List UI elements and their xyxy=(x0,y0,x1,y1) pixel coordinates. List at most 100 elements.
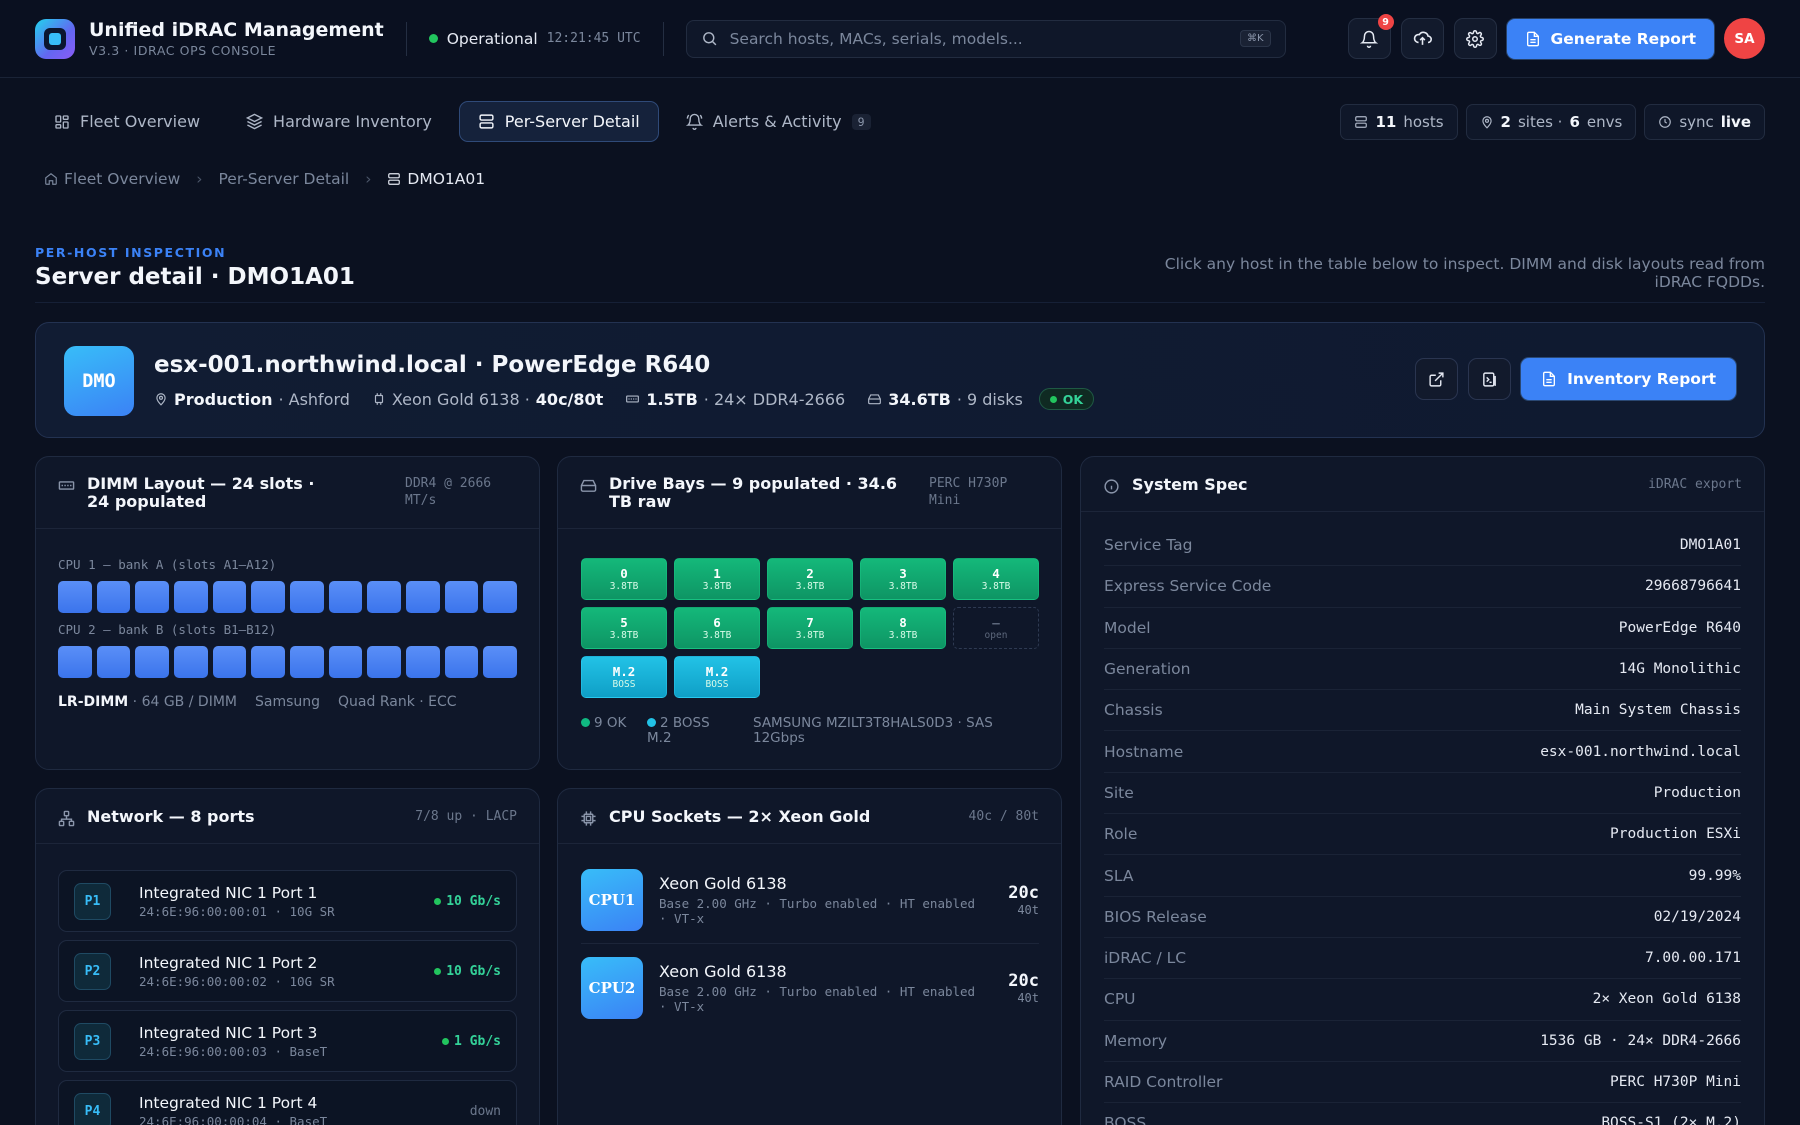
drive-bay[interactable]: 6 3.8TB xyxy=(674,607,760,649)
spec-row: Role Production ESXi xyxy=(1104,814,1741,856)
inventory-report-button[interactable]: Inventory Report xyxy=(1521,358,1736,400)
panel-title: DIMM Layout — 24 slots · 24 populated xyxy=(87,474,315,511)
dimm-slot[interactable] xyxy=(483,581,518,613)
drive-bay-id: 8 xyxy=(899,615,907,630)
dimm-slot[interactable] xyxy=(328,581,363,613)
dimm-slot[interactable] xyxy=(328,646,363,678)
host-avatar: DMO xyxy=(64,346,134,416)
dimm-slot[interactable] xyxy=(367,581,402,613)
network-port-row[interactable]: P1 Integrated NIC 1 Port 1 24:6E:96:00:00:… xyxy=(58,870,517,932)
open-external-button[interactable] xyxy=(1415,358,1459,400)
search-box[interactable]: ⌘K xyxy=(685,19,1286,58)
spec-value: Main System Chassis xyxy=(1575,702,1741,719)
spec-value: PERC H730P Mini xyxy=(1610,1074,1741,1090)
console-button[interactable] xyxy=(1468,358,1512,400)
dimm-slot[interactable] xyxy=(174,646,208,678)
drive-bay[interactable]: 1 3.8TB xyxy=(674,558,760,600)
server-icon xyxy=(478,113,495,130)
alerts-count-badge: 9 xyxy=(851,113,871,130)
drive-bay[interactable]: 5 3.8TB xyxy=(581,607,667,649)
tab-alerts-activity[interactable]: Alerts & Activity 9 xyxy=(667,101,890,142)
drive-bay[interactable]: M.2 BOSS xyxy=(674,656,760,698)
dimm-slot[interactable] xyxy=(96,581,131,613)
drive-bay[interactable]: 7 3.8TB xyxy=(767,607,853,649)
dimm-layout-panel: DIMM Layout — 24 slots · 24 populated DD… xyxy=(35,456,540,770)
breadcrumb-current: DMO1A01 xyxy=(387,170,485,188)
drive-bay[interactable]: 4 3.8TB xyxy=(953,558,1039,600)
map-pin-icon xyxy=(1480,115,1494,129)
spec-row: Memory 1536 GB · 24× DDR4-2666 xyxy=(1104,1021,1741,1062)
dimm-slot[interactable] xyxy=(251,581,286,613)
drive-bay-id: – xyxy=(992,615,1000,630)
dimm-slot[interactable] xyxy=(174,581,208,613)
host-summary-card: DMO esx-001.northwind.local · PowerEdge … xyxy=(35,322,1765,438)
tab-hardware-inventory[interactable]: Hardware Inventory xyxy=(227,101,451,142)
dimm-slot[interactable] xyxy=(135,581,170,613)
dimm-slot[interactable] xyxy=(212,581,247,613)
cpu-sockets-panel: CPU Sockets — 2× Xeon Gold 40c / 80t CPU… xyxy=(557,788,1062,1125)
spec-row: Hostname esx-001.northwind.local xyxy=(1104,731,1741,773)
breadcrumb-label: Fleet Overview xyxy=(64,170,181,188)
dimm-slot[interactable] xyxy=(58,581,92,613)
breadcrumb-per-server-detail[interactable]: Per-Server Detail xyxy=(218,170,349,188)
generate-report-button[interactable]: Generate Report xyxy=(1506,18,1714,59)
dimm-slot[interactable] xyxy=(58,646,92,678)
host-storage-detail: · 9 disks xyxy=(956,389,1023,409)
drive-bay-id: 3 xyxy=(899,566,907,581)
dimm-slot[interactable] xyxy=(406,581,440,613)
user-avatar[interactable]: SA xyxy=(1724,18,1765,59)
dimm-slot[interactable] xyxy=(290,581,324,613)
sync-label: sync xyxy=(1679,113,1714,131)
panel-title: Network — 8 ports xyxy=(87,807,255,826)
drive-bay[interactable]: M.2 BOSS xyxy=(581,656,667,698)
dimm-slot[interactable] xyxy=(444,581,479,613)
spec-value: esx-001.northwind.local xyxy=(1540,743,1741,760)
drive-bay[interactable]: 0 3.8TB xyxy=(581,558,667,600)
drive-bay-capacity: 3.8TB xyxy=(888,581,918,592)
drive-bay[interactable]: 8 3.8TB xyxy=(860,607,946,649)
tab-fleet-overview[interactable]: Fleet Overview xyxy=(35,101,219,142)
spec-key: RAID Controller xyxy=(1104,1073,1223,1091)
panel-tag: PERC H730P Mini xyxy=(929,476,1008,508)
host-memory: 1.5TB xyxy=(646,389,698,409)
dimm-slot[interactable] xyxy=(212,646,247,678)
dimm-slot[interactable] xyxy=(135,646,170,678)
spec-key: BIOS Release xyxy=(1104,907,1207,926)
spec-value: 2× Xeon Gold 6138 xyxy=(1592,991,1741,1008)
cpu-detail: Base 2.00 GHz · Turbo enabled · HT enabl… xyxy=(659,895,976,926)
dimm-slot[interactable] xyxy=(406,646,440,678)
bank-a-slots xyxy=(58,581,518,613)
upload-button[interactable] xyxy=(1400,18,1444,59)
network-port-row[interactable]: P2 Integrated NIC 1 Port 2 24:6E:96:00:00:… xyxy=(58,940,517,1002)
port-speed: 1 Gb/s xyxy=(442,1034,501,1049)
dimm-slot[interactable] xyxy=(251,646,286,678)
host-meta: Production · Ashford Xeon Gold 6138 · 40… xyxy=(154,388,1095,410)
home-icon xyxy=(44,172,58,186)
dimm-size: · 64 GB / DIMM xyxy=(132,694,237,710)
network-port-row[interactable]: P4 Integrated NIC 1 Port 4 24:6E:96:00:00:… xyxy=(58,1080,517,1125)
dimm-slot[interactable] xyxy=(290,646,324,678)
section-eyebrow: PER-HOST INSPECTION xyxy=(35,245,227,260)
notifications-button[interactable]: 9 xyxy=(1347,14,1394,59)
cpu-socket-row[interactable]: CPU1 Xeon Gold 6138 Base 2.00 GHz · Turbo … xyxy=(581,856,1039,944)
tab-per-server-detail[interactable]: Per-Server Detail xyxy=(458,101,659,142)
breadcrumb-fleet-overview[interactable]: Fleet Overview xyxy=(44,170,180,188)
cpu-socket-row[interactable]: CPU2 Xeon Gold 6138 Base 2.00 GHz · Turbo … xyxy=(581,944,1039,1032)
bell-ring-icon xyxy=(685,113,703,130)
settings-button[interactable] xyxy=(1453,18,1497,59)
cpu-chip-icon: CPU1 xyxy=(581,868,643,931)
drive-bay-empty[interactable]: – open xyxy=(953,607,1039,649)
dimm-slot[interactable] xyxy=(367,646,402,678)
spec-row: iDRAC / LC 7.00.00.171 xyxy=(1104,938,1741,980)
dimm-slot[interactable] xyxy=(444,646,479,678)
dimm-slot[interactable] xyxy=(96,646,131,678)
drive-bay[interactable]: 2 3.8TB xyxy=(767,558,853,600)
network-port-row[interactable]: P3 Integrated NIC 1 Port 3 24:6E:96:00:00:… xyxy=(58,1010,517,1072)
search-input[interactable] xyxy=(729,29,1228,48)
drive-bay[interactable]: 3 3.8TB xyxy=(860,558,946,600)
generate-report-label: Generate Report xyxy=(1550,29,1696,48)
dimm-type: LR-DIMM xyxy=(58,694,129,710)
spec-key: CPU xyxy=(1104,990,1136,1009)
dimm-slot[interactable] xyxy=(483,646,518,678)
breadcrumb-separator: › xyxy=(196,170,203,188)
